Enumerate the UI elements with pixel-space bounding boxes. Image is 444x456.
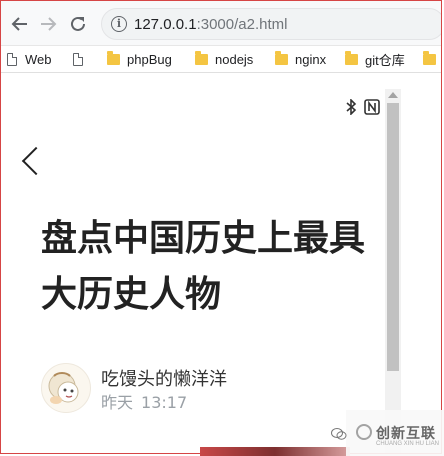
reload-icon: [71, 16, 85, 31]
page-content: 盘点中国历史上最具大历史人物 吃馒头的懒洋洋 昨天 13:17: [1, 73, 441, 453]
address-bar[interactable]: i 127.0.0.1:3000/a2.html: [101, 8, 441, 40]
bookmark-label: phpBug: [127, 51, 172, 67]
folder-icon: [345, 50, 358, 65]
watermark-subtext: CHUANG XIN HU LIAN: [376, 441, 440, 447]
bookmark-blank-page[interactable]: [73, 50, 91, 68]
reload-button[interactable]: [65, 11, 91, 37]
scroll-thumb[interactable]: [387, 103, 399, 371]
time-label: 13:17: [141, 393, 188, 412]
brand-logo-icon: [356, 424, 372, 440]
wechat-icon: [331, 427, 347, 445]
bookmark-nodejs[interactable]: nodejs: [195, 50, 253, 68]
back-button[interactable]: [7, 11, 33, 37]
arrow-right-icon: [41, 17, 57, 31]
nfc-icon: [364, 99, 380, 115]
article-title: 盘点中国历史上最具大历史人物: [41, 218, 366, 315]
page-icon: [73, 52, 83, 66]
scrollbar[interactable]: [385, 89, 401, 453]
bookmark-label: nginx: [295, 51, 327, 67]
back-arrow-icon[interactable]: [21, 146, 51, 176]
bookmark-label: nodejs: [215, 51, 254, 67]
folder-icon: [275, 50, 288, 65]
author-name[interactable]: 吃馒头的懒洋洋: [101, 365, 227, 391]
bookmark-nginx[interactable]: nginx: [275, 50, 326, 68]
avatar[interactable]: [41, 363, 91, 413]
browser-window: i 127.0.0.1:3000/a2.html Web phpBug node…: [0, 0, 442, 454]
image-peek: [200, 447, 350, 456]
bookmark-phpbug[interactable]: phpBug: [107, 50, 172, 68]
bookmark-more[interactable]: [423, 50, 441, 68]
folder-icon: [423, 50, 436, 65]
folder-icon: [107, 50, 120, 65]
bookmark-label: git仓库: [365, 52, 405, 68]
date-label: 昨天: [101, 393, 134, 412]
url-text[interactable]: 127.0.0.1:3000/a2.html: [134, 16, 287, 33]
sheep-avatar-icon: [48, 372, 79, 404]
browser-toolbar: i 127.0.0.1:3000/a2.html: [1, 1, 441, 46]
forward-button[interactable]: [35, 11, 61, 37]
scroll-up-icon[interactable]: [388, 92, 398, 98]
page-icon: [7, 52, 17, 66]
arrow-left-icon: [11, 17, 27, 31]
folder-icon: [195, 50, 208, 65]
bookmarks-bar: Web phpBug nodejs nginx git仓库: [1, 46, 441, 73]
status-icons: [345, 98, 380, 119]
bookmark-label: Web: [25, 51, 52, 67]
watermark-brand: 创新互联: [376, 426, 436, 442]
bookmark-web[interactable]: Web: [7, 50, 52, 68]
bookmark-git[interactable]: git仓库: [345, 50, 405, 68]
bluetooth-icon: [346, 98, 357, 116]
info-icon[interactable]: i: [111, 16, 127, 32]
publish-time: 昨天 13:17: [101, 389, 195, 413]
